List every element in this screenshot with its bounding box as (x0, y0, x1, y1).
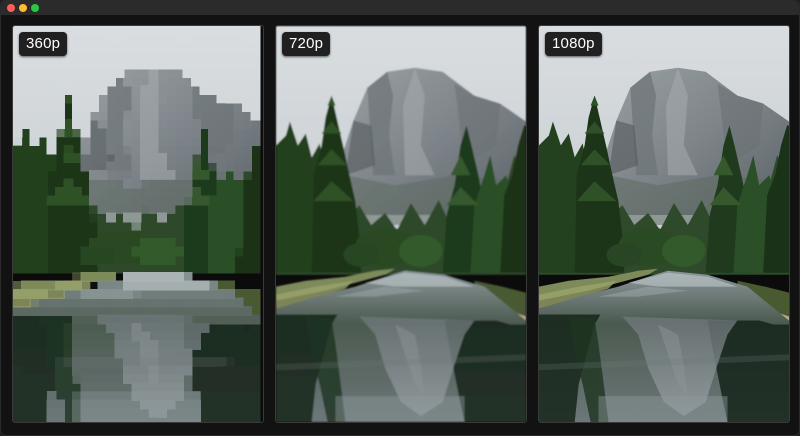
title-bar (1, 1, 799, 15)
minimize-window-button[interactable] (19, 4, 27, 12)
zoom-window-button[interactable] (31, 4, 39, 12)
close-window-button[interactable] (7, 4, 15, 12)
app-window: 360p 720p 1080p (0, 0, 800, 436)
preview-image (539, 26, 789, 422)
resolution-badge: 360p (19, 32, 68, 56)
preview-panel-360p[interactable]: 360p (12, 25, 264, 423)
resolution-badge: 1080p (545, 32, 602, 56)
preview-panel-1080p[interactable]: 1080p (538, 25, 790, 423)
resolution-badge: 720p (282, 32, 331, 56)
preview-image (13, 26, 263, 422)
preview-image (276, 26, 526, 422)
preview-panel-720p[interactable]: 720p (275, 25, 527, 423)
